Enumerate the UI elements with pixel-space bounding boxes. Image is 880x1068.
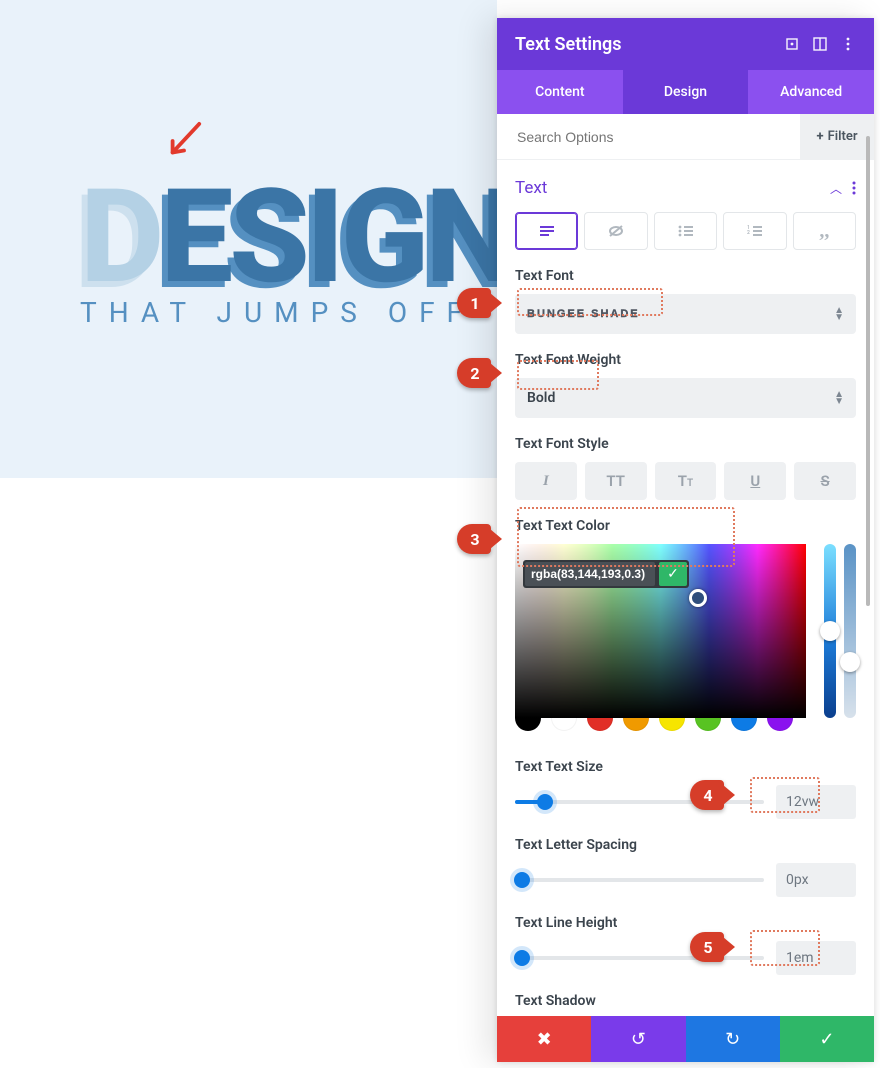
sort-icon: ▲▼ (834, 391, 844, 405)
redo-button[interactable]: ↻ (686, 1016, 780, 1062)
field-shadow: Text Shadow (515, 993, 856, 1009)
text-element-tabs: 12 ,, (515, 212, 856, 250)
color-input-wrap: ✓ (523, 560, 689, 588)
layout-icon[interactable] (812, 36, 828, 52)
tab-advanced[interactable]: Advanced (748, 70, 874, 114)
slider-letter-spacing[interactable] (515, 878, 764, 882)
slider-text-size-knob[interactable] (537, 794, 553, 810)
alpha-knob[interactable] (840, 652, 860, 672)
panel-footer: ✖ ↺ ↻ ✓ (497, 1016, 874, 1062)
section-text[interactable]: Text ︿ (515, 174, 856, 212)
text-tab-link[interactable] (584, 212, 647, 250)
slider-line-height[interactable] (515, 956, 764, 960)
panel-header: Text Settings (497, 18, 874, 70)
slider-line-height-knob[interactable] (514, 950, 530, 966)
color-canvas[interactable]: ✓ (515, 544, 806, 718)
field-text-size: Text Text Size 12vw (515, 759, 856, 819)
hue-knob[interactable] (820, 621, 840, 641)
save-button[interactable]: ✓ (780, 1016, 874, 1062)
style-uppercase[interactable]: TT (585, 462, 647, 500)
value-text-size[interactable]: 12vw (776, 785, 856, 819)
value-line-height[interactable]: 1em (776, 941, 856, 975)
tab-content[interactable]: Content (497, 70, 623, 114)
undo-button[interactable]: ↺ (591, 1016, 685, 1062)
panel-title: Text Settings (515, 34, 772, 55)
settings-tabs: Content Design Advanced (497, 70, 874, 114)
text-tab-ol[interactable]: 12 (723, 212, 786, 250)
label-text-color: Text Text Color (515, 518, 856, 534)
field-text-color: Text Text Color ✓ (515, 518, 856, 731)
panel-scrollbar[interactable] (866, 136, 870, 606)
label-font: Text Font (515, 268, 856, 284)
style-italic[interactable]: I (515, 462, 577, 500)
cancel-button[interactable]: ✖ (497, 1016, 591, 1062)
text-tab-quote[interactable]: ,, (793, 212, 856, 250)
select-font[interactable]: BUNGEE SHADE ▲▼ (515, 294, 856, 334)
select-font-weight[interactable]: Bold ▲▼ (515, 378, 856, 418)
color-input[interactable] (525, 562, 655, 586)
label-font-style: Text Font Style (515, 436, 856, 452)
field-letter-spacing: Text Letter Spacing 0px (515, 837, 856, 897)
more-icon[interactable] (840, 36, 856, 52)
search-row: + Filter (497, 114, 874, 160)
preview-subline: THAT JUMPS OFF T (80, 296, 497, 329)
expand-icon[interactable] (784, 36, 800, 52)
section-title: Text (515, 178, 547, 198)
hue-slider[interactable] (824, 544, 836, 718)
label-text-size: Text Text Size (515, 759, 856, 775)
filter-label: Filter (828, 129, 858, 144)
text-tab-paragraph[interactable] (515, 212, 578, 250)
sort-icon: ▲▼ (834, 307, 844, 321)
field-font-style: Text Font Style I TT TT U S (515, 436, 856, 500)
style-smallcaps[interactable]: TT (655, 462, 717, 500)
search-input[interactable] (515, 128, 800, 146)
design-preview: DESIGN THAT JUMPS OFF T (0, 0, 497, 478)
callout-3: 3 (457, 524, 491, 554)
field-font: Text Font BUNGEE SHADE ▲▼ (515, 268, 856, 334)
slider-letter-spacing-knob[interactable] (514, 872, 530, 888)
section-more-icon[interactable] (852, 181, 856, 195)
text-settings-panel: Text Settings Content Design Advanced + … (497, 18, 874, 1062)
font-weight-value: Bold (527, 390, 555, 406)
value-letter-spacing[interactable]: 0px (776, 863, 856, 897)
svg-text:2: 2 (747, 230, 750, 236)
annotation-arrow (165, 120, 203, 164)
alpha-slider[interactable] (844, 544, 856, 718)
field-font-weight: Text Font Weight Bold ▲▼ (515, 352, 856, 418)
filter-button[interactable]: + Filter (800, 114, 874, 159)
preview-headline: DESIGN (80, 160, 497, 313)
color-handle[interactable] (689, 589, 707, 607)
label-shadow: Text Shadow (515, 993, 856, 1009)
font-value: BUNGEE SHADE (527, 308, 640, 320)
label-line-height: Text Line Height (515, 915, 856, 931)
confirm-color-button[interactable]: ✓ (659, 562, 687, 586)
chevron-up-icon[interactable]: ︿ (830, 180, 842, 197)
style-strike[interactable]: S (794, 462, 856, 500)
field-line-height: Text Line Height 1em (515, 915, 856, 975)
slider-text-size[interactable] (515, 800, 764, 804)
text-tab-ul[interactable] (654, 212, 717, 250)
color-picker: ✓ (515, 544, 856, 731)
style-underline[interactable]: U (724, 462, 786, 500)
label-font-weight: Text Font Weight (515, 352, 856, 368)
tab-design[interactable]: Design (623, 70, 749, 114)
label-letter-spacing: Text Letter Spacing (515, 837, 856, 853)
panel-body: Text ︿ 12 ,, Text Font (497, 160, 874, 1016)
